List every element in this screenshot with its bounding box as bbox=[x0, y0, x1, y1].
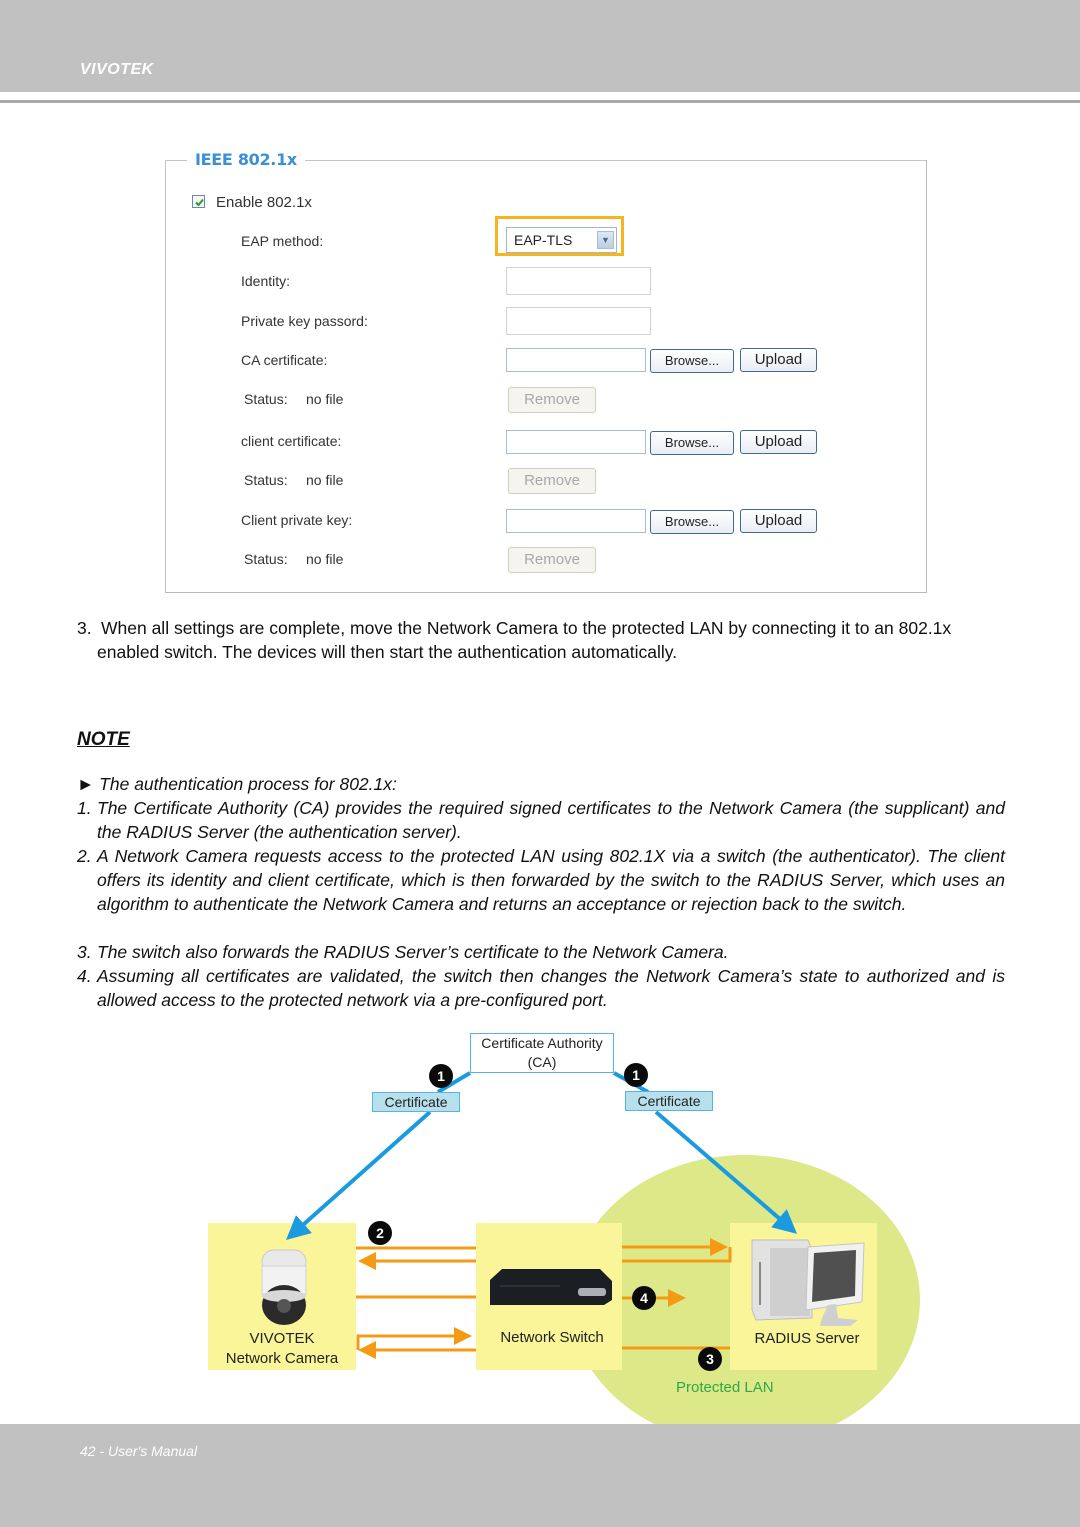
camera-label-line1: VIVOTEK bbox=[249, 1330, 315, 1347]
step-badge-2: 2 bbox=[368, 1221, 392, 1245]
ca-label-line2: (CA) bbox=[527, 1054, 557, 1070]
cert-arrow-to-camera bbox=[286, 1110, 432, 1240]
network-camera-icon bbox=[261, 1249, 307, 1325]
switch-label: Network Switch bbox=[500, 1329, 604, 1346]
certificate-tag-left: Certificate bbox=[372, 1092, 460, 1112]
protected-lan-label: Protected LAN bbox=[676, 1379, 774, 1396]
page-footer bbox=[0, 1424, 1080, 1527]
step-badge-4: 4 bbox=[632, 1286, 656, 1310]
step-badge-1-left: 1 bbox=[429, 1064, 453, 1088]
certificate-tag-right: Certificate bbox=[625, 1091, 713, 1111]
step-badge-1-right: 1 bbox=[624, 1063, 648, 1087]
page-number-label: 42 - User's Manual bbox=[80, 1443, 198, 1459]
flow-arrow-to-switch bbox=[356, 1327, 472, 1350]
network-switch-icon bbox=[490, 1269, 612, 1305]
camera-label-line2: Network Camera bbox=[225, 1350, 339, 1367]
server-label: RADIUS Server bbox=[754, 1330, 860, 1347]
step-badge-3: 3 bbox=[698, 1347, 722, 1371]
ca-label-line1: Certificate Authority bbox=[481, 1035, 603, 1051]
certificate-authority-box: Certificate Authority (CA) bbox=[470, 1033, 614, 1073]
camera-label: VIVOTEK Network Camera bbox=[208, 1329, 356, 1369]
authentication-diagram bbox=[208, 1071, 920, 1445]
